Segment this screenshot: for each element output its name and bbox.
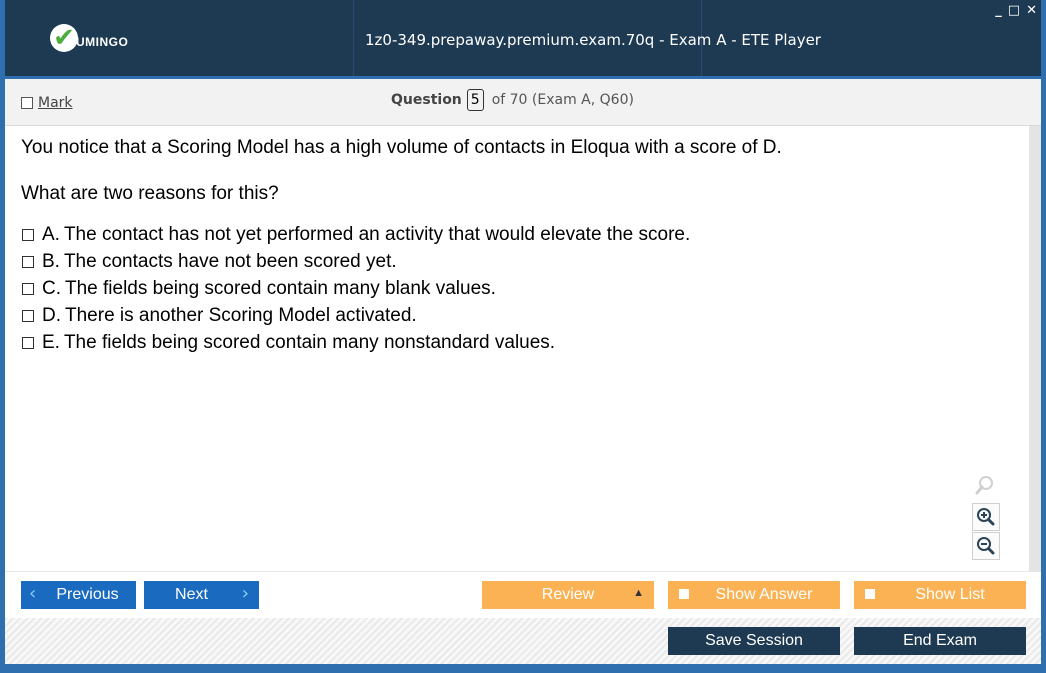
option-text: The contacts have not been scored yet. [63, 250, 397, 272]
save-session-label: Save Session [705, 632, 803, 649]
next-button[interactable]: Next › [144, 581, 259, 609]
end-exam-label: End Exam [903, 632, 977, 649]
chevron-left-icon: ‹ [29, 583, 37, 604]
answer-checkbox[interactable] [22, 309, 34, 322]
answer-checkbox[interactable] [22, 255, 34, 268]
question-prompt: What are two reasons for this? [21, 183, 279, 204]
review-label: Review [541, 586, 595, 603]
navigation-bar: ‹ Previous Next › Review ▲ Show Answer S… [5, 571, 1041, 619]
close-button[interactable]: ✕ [1026, 4, 1037, 17]
option-letter: E. [42, 331, 60, 353]
mark-checkbox-box[interactable] [21, 97, 33, 109]
question-text: You notice that a Scoring Model has a hi… [21, 137, 782, 158]
checkmark-logo-icon: ✔ [50, 24, 78, 52]
window-controls: _ □ ✕ [995, 4, 1037, 17]
mark-label[interactable]: Mark [38, 95, 73, 111]
caret-up-icon: ▲ [633, 587, 644, 599]
previous-label: Previous [56, 586, 119, 603]
option-letter: D. [42, 304, 61, 326]
chevron-right-icon: › [241, 583, 249, 604]
minimize-button[interactable]: _ [995, 4, 1002, 17]
show-list-button[interactable]: Show List [854, 581, 1026, 609]
end-exam-button[interactable]: End Exam [854, 627, 1026, 655]
vertical-scrollbar[interactable] [1029, 126, 1041, 571]
previous-button[interactable]: ‹ Previous [21, 581, 136, 609]
session-bar: Save Session End Exam [5, 618, 1041, 665]
next-label: Next [175, 586, 208, 603]
bottom-border [5, 664, 1041, 668]
question-total: of 70 (Exam A, Q60) [491, 92, 634, 108]
option-text: There is another Scoring Model activated… [65, 304, 417, 326]
zoom-in-icon[interactable] [972, 503, 1000, 531]
window-title: 1z0-349.prepaway.premium.exam.70q - Exam… [365, 31, 821, 49]
question-header: Mark Question 5 of 70 (Exam A, Q60) [5, 79, 1041, 126]
zoom-icon[interactable] [972, 472, 998, 498]
show-list-checkbox[interactable] [865, 589, 875, 599]
question-content: You notice that a Scoring Model has a hi… [5, 126, 1027, 571]
zoom-out-icon[interactable] [972, 532, 1000, 560]
answer-option-c[interactable]: C. The fields being scored contain many … [21, 275, 690, 302]
answer-option-b[interactable]: B. The contacts have not been scored yet… [21, 248, 690, 275]
answer-options: A. The contact has not yet performed an … [21, 221, 690, 356]
option-text: The fields being scored contain many non… [63, 331, 556, 353]
option-letter: B. [42, 250, 60, 272]
question-counter: Question 5 of 70 (Exam A, Q60) [391, 89, 634, 111]
option-text: The fields being scored contain many bla… [65, 277, 496, 299]
answer-checkbox[interactable] [22, 228, 34, 241]
option-letter: C. [42, 277, 61, 299]
show-answer-label: Show Answer [715, 586, 813, 603]
title-divider [353, 0, 354, 76]
option-letter: A. [42, 223, 60, 245]
logo-text: UMINGO [76, 35, 129, 49]
save-session-button[interactable]: Save Session [668, 627, 840, 655]
answer-checkbox[interactable] [22, 336, 34, 349]
show-list-label: Show List [915, 586, 985, 603]
question-label: Question [391, 92, 462, 108]
answer-option-a[interactable]: A. The contact has not yet performed an … [21, 221, 690, 248]
review-button[interactable]: Review ▲ [482, 581, 654, 609]
mark-checkbox[interactable]: Mark [21, 95, 73, 111]
answer-option-d[interactable]: D. There is another Scoring Model activa… [21, 302, 690, 329]
question-number-input[interactable]: 5 [466, 89, 484, 111]
show-answer-button[interactable]: Show Answer [668, 581, 840, 609]
title-bar: ✔ UMINGO 1z0-349.prepaway.premium.exam.7… [5, 0, 1041, 79]
answer-checkbox[interactable] [22, 282, 34, 295]
show-answer-checkbox[interactable] [679, 589, 689, 599]
answer-option-e[interactable]: E. The fields being scored contain many … [21, 329, 690, 356]
vumingo-logo: ✔ UMINGO [50, 24, 128, 52]
maximize-button[interactable]: □ [1008, 4, 1020, 17]
app-window: ✔ UMINGO 1z0-349.prepaway.premium.exam.7… [5, 0, 1041, 668]
option-text: The contact has not yet performed an act… [63, 223, 691, 245]
